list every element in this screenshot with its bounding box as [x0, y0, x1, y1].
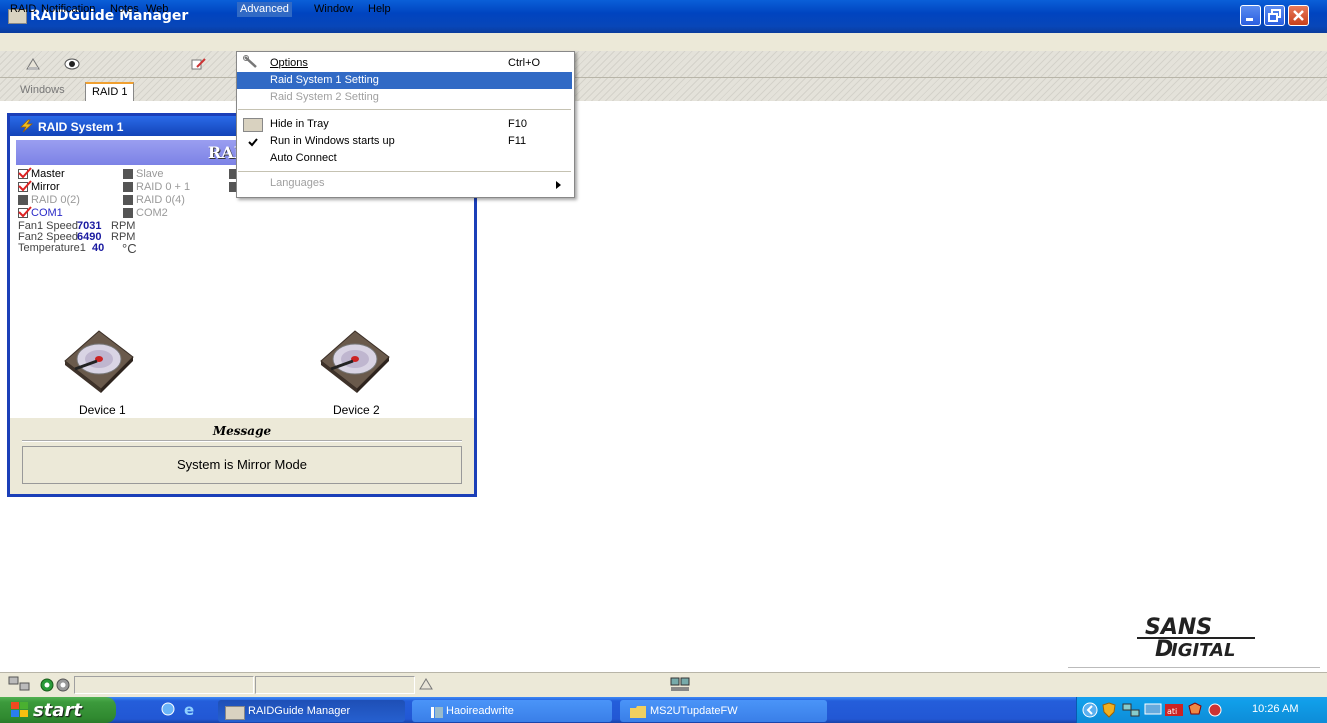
clock[interactable]: 10:26 AM	[1252, 703, 1298, 715]
option-mirror: Mirror	[18, 180, 60, 193]
unchecked-icon	[123, 208, 133, 219]
tray-icon	[243, 118, 263, 132]
edit-icon[interactable]	[190, 57, 206, 71]
menu-notes[interactable]: Notes	[107, 2, 142, 17]
ati-tray-icon[interactable]: ati	[1165, 703, 1183, 720]
svg-text:ati: ati	[1167, 707, 1177, 716]
notify-icon	[418, 677, 434, 694]
checked-icon	[18, 180, 32, 193]
menu-web[interactable]: Web	[143, 2, 171, 17]
option-com2: COM2	[123, 207, 168, 219]
close-button[interactable]	[1288, 5, 1309, 26]
security-tray-icon[interactable]	[1187, 702, 1203, 721]
title-bar	[0, 0, 1327, 33]
run-shortcut: F11	[508, 135, 527, 147]
checked-icon	[18, 206, 32, 219]
checkmark-icon	[248, 137, 258, 150]
device-1-label: Device 1	[79, 403, 126, 417]
device-2-label: Device 2	[333, 403, 380, 417]
unchecked-icon	[123, 169, 133, 180]
hard-disk-icon[interactable]	[317, 323, 393, 395]
master-label: Master	[31, 168, 65, 180]
quicklaunch-browser-icon[interactable]	[160, 701, 176, 720]
minimize-button[interactable]	[1240, 5, 1261, 26]
folder-icon	[630, 706, 646, 721]
notify-icon[interactable]	[25, 57, 41, 71]
option-slave: Slave	[123, 168, 164, 180]
computers-icon	[670, 676, 692, 697]
monitor-tray-icon[interactable]	[1144, 703, 1162, 720]
restore-button[interactable]	[1264, 5, 1285, 26]
message-text: System is Mirror Mode	[22, 446, 462, 484]
task-raidguide-manager[interactable]: RAIDGuide Manager	[218, 700, 405, 722]
menu-item-run-in-windows[interactable]: Run in Windows starts up	[270, 133, 395, 149]
network-icon	[8, 675, 32, 696]
unchecked-icon	[123, 195, 133, 206]
raid0-4-label: RAID 0(4)	[136, 194, 185, 206]
hide-shortcut: F10	[508, 118, 527, 130]
option-raid01: RAID 0 + 1	[123, 181, 190, 193]
wrench-icon	[243, 55, 259, 72]
raid-window-title: RAID System 1	[38, 120, 124, 134]
menu-help[interactable]: Help	[365, 2, 394, 17]
option-raid0-2: RAID 0(2)	[18, 194, 80, 206]
task-ms2utupdatefw[interactable]: MS2UTupdateFW	[620, 700, 827, 722]
raid01-label: RAID 0 + 1	[136, 181, 191, 193]
menu-item-raid1-setting[interactable]: Raid System 1 Setting	[270, 72, 379, 88]
menu-item-auto-connect[interactable]: Auto Connect	[270, 150, 337, 166]
network-tray-icon[interactable]	[1122, 703, 1140, 720]
windows-logo-icon	[10, 701, 30, 722]
gray-status-icon	[56, 678, 70, 695]
submenu-arrow-icon	[556, 180, 562, 192]
menu-window[interactable]: Window	[311, 2, 356, 17]
menu-notification[interactable]: Notification	[38, 2, 98, 17]
unchecked-icon	[18, 195, 28, 206]
options-shortcut: Ctrl+O	[508, 57, 541, 69]
temp-unit: °C	[122, 241, 137, 256]
checked-icon	[18, 167, 32, 180]
menu-advanced[interactable]: Advanced	[237, 2, 292, 17]
com2-label: COM2	[136, 207, 168, 219]
message-divider	[22, 440, 462, 442]
menu-separator	[238, 171, 571, 172]
menu-item-languages[interactable]: Languages	[270, 175, 324, 191]
option-raid0-4: RAID 0(4)	[123, 194, 185, 206]
status-cell	[255, 676, 415, 694]
shield-icon[interactable]	[1102, 702, 1116, 721]
alert-tray-icon[interactable]	[1207, 702, 1223, 721]
menu-item-options[interactable]: Options	[270, 55, 308, 71]
mirror-label: Mirror	[31, 181, 60, 193]
program-icon	[430, 705, 444, 722]
tray-collapse-icon[interactable]	[1082, 702, 1098, 721]
menu-item-raid2-setting[interactable]: Raid System 2 Setting	[270, 89, 379, 105]
temp-value: 40	[92, 242, 105, 254]
eye-icon[interactable]	[64, 57, 80, 71]
menu-item-hide-in-tray[interactable]: Hide in Tray	[270, 116, 329, 132]
tab-bar	[0, 78, 1327, 102]
slave-label: Slave	[136, 168, 164, 180]
raid0-2-label: RAID 0(2)	[31, 194, 80, 206]
menu-separator	[238, 109, 571, 110]
menu-raid[interactable]: RAID	[7, 2, 39, 17]
quicklaunch-ie-icon[interactable]: e	[183, 701, 199, 720]
green-status-icon	[40, 678, 54, 695]
status-cell	[74, 676, 254, 694]
tab-windows[interactable]: Windows	[14, 82, 71, 99]
com1-label: COM1	[31, 207, 63, 219]
tab-raid1[interactable]: RAID 1	[85, 82, 135, 101]
svg-text:IGITAL: IGITAL	[1171, 640, 1235, 661]
message-title: Message	[212, 424, 272, 438]
svg-text:e: e	[184, 701, 194, 717]
app-icon	[225, 706, 245, 720]
lightning-icon	[18, 119, 34, 136]
unchecked-icon	[123, 182, 133, 193]
logo-underline	[1068, 667, 1320, 668]
hard-disk-icon[interactable]	[61, 323, 137, 395]
option-com1: COM1	[18, 206, 63, 219]
menu-bar	[0, 33, 1327, 51]
start-label: start	[33, 700, 82, 721]
temp-label: Temperature1	[18, 242, 86, 254]
option-master: Master	[18, 167, 65, 180]
sans-digital-logo: SANS D IGITAL	[1135, 612, 1275, 667]
